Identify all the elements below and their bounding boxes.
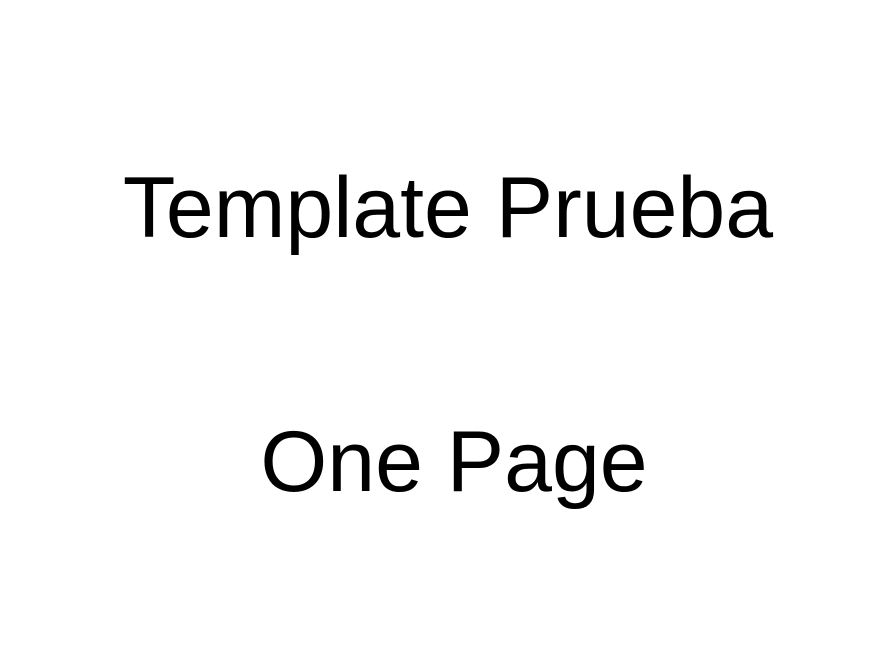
page-title: Template Prueba [122, 160, 774, 256]
page-subtitle: One Page [260, 414, 648, 510]
page-canvas: Template Prueba One Page [0, 0, 880, 660]
